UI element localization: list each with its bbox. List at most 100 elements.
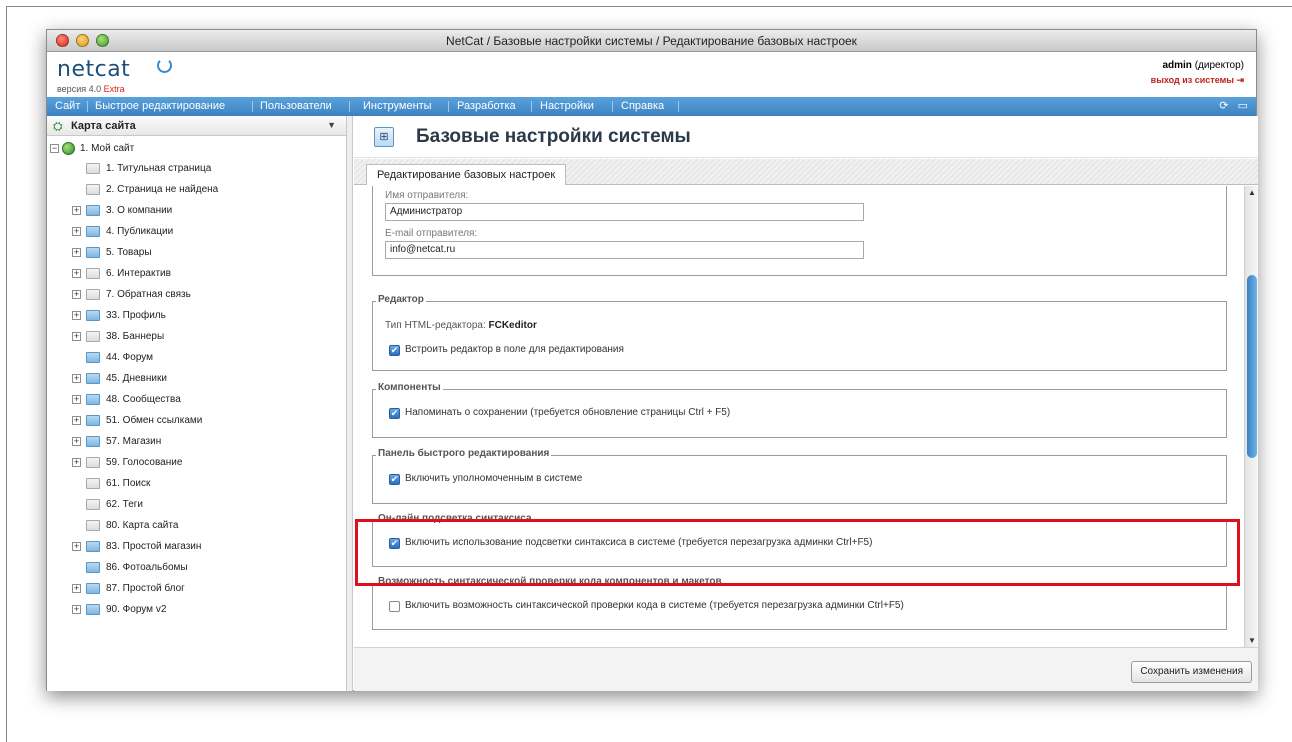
menu-users[interactable]: Пользователи [254,97,338,116]
tree-item-label: 5. Товары [106,247,152,258]
expand-toggle[interactable]: + [72,542,81,551]
folder-icon [86,289,100,300]
tree-item-label: 48. Сообщества [106,394,181,405]
menu-quick-edit[interactable]: Быстрое редактирование [89,97,231,116]
menu-help[interactable]: Справка [615,97,670,116]
quickedit-enable-checkbox[interactable]: ✔ [389,474,400,485]
expand-toggle[interactable]: + [72,437,81,446]
tree-item-label: 86. Фотоальбомы [106,562,188,573]
expand-toggle[interactable]: + [72,374,81,383]
chat-icon[interactable]: ▭ [1238,100,1248,112]
tree-item-label: 57. Магазин [106,436,162,447]
folder-icon [86,205,100,216]
scroll-down-icon[interactable]: ▼ [1248,636,1256,645]
settings-sliders-icon: ⊞ [374,127,394,147]
main-panel: ⊞ Базовые настройки системы Редактирован… [354,116,1258,691]
form-footer: Сохранить изменения [354,647,1258,691]
chevron-down-icon[interactable]: ▼ [327,120,336,130]
folder-icon [86,268,100,279]
syntaxcheck-enable-label: Включить возможность синтаксической пров… [405,600,904,611]
syntaxcheck-legend: Возможность синтаксической проверки кода… [376,576,724,587]
expand-toggle[interactable]: + [72,248,81,257]
syntax-enable-checkbox[interactable]: ✔ [389,538,400,549]
expand-toggle[interactable]: + [72,332,81,341]
expand-toggle[interactable]: + [72,395,81,404]
globe-icon [62,142,75,155]
scroll-up-icon[interactable]: ▲ [1248,188,1256,197]
logout-icon: ⇥ [1236,75,1244,85]
tree-item-label: 3. О компании [106,205,173,216]
expand-toggle[interactable]: + [72,206,81,215]
scrollbar-thumb[interactable] [1247,275,1257,458]
panel-splitter[interactable] [347,116,353,691]
collapse-toggle[interactable]: − [50,144,59,153]
sitemap-header[interactable]: ⛭ Карта сайта ▼ [47,116,346,136]
page-header: ⊞ Базовые настройки системы [354,116,1258,158]
menu-separator [612,101,613,112]
close-window-button[interactable] [56,34,69,47]
sender-email-label: E-mail отправителя: [385,228,478,239]
folder-icon [86,184,100,195]
tree-item-label: 6. Интерактив [106,268,171,279]
menu-separator [678,101,679,112]
expand-toggle[interactable]: + [72,269,81,278]
sender-email-input[interactable]: info@netcat.ru [385,241,864,259]
expand-toggle[interactable]: + [72,290,81,299]
main-menu: Сайт Быстрое редактирование Пользователи… [47,97,1256,116]
mail-fieldset: Имя отправителя: Администратор E-mail от… [372,186,1227,276]
maximize-window-button[interactable] [96,34,109,47]
tab-edit-base-settings[interactable]: Редактирование базовых настроек [366,164,567,185]
editor-embed-checkbox[interactable]: ✔ [389,345,400,356]
title-bar: NetCat / Базовые настройки системы / Ред… [47,30,1256,52]
version-edition: Extra [103,84,125,94]
logout-link[interactable]: выход из системы ⇥ [1151,75,1244,86]
version-prefix: версия 4.0 [57,84,102,94]
tree-item-label: 87. Простой блог [106,583,185,594]
folder-icon [86,163,100,174]
syntax-enable-label: Включить использование подсветки синтакс… [405,537,873,548]
folder-icon [86,331,100,342]
tree-item-label: 2. Страница не найдена [106,184,219,195]
components-remind-checkbox[interactable]: ✔ [389,408,400,419]
editor-type: Тип HTML-редактора: FCKeditor [385,320,537,331]
editor-legend: Редактор [376,294,426,305]
components-fieldset: Компоненты ✔ Напоминать о сохранении (тр… [372,382,1227,438]
quickedit-fieldset: Панель быстрого редактирования ✔ Включит… [372,448,1227,504]
tree-root-label: 1. Мой сайт [80,143,135,154]
editor-fieldset: Редактор Тип HTML-редактора: FCKeditor ✔… [372,294,1227,371]
expand-toggle[interactable]: + [72,584,81,593]
folder-icon [86,436,100,447]
expand-toggle[interactable]: + [72,311,81,320]
folder-icon [86,373,100,384]
expand-toggle[interactable]: + [72,458,81,467]
expand-toggle[interactable]: + [72,416,81,425]
tabs-bar: Редактирование базовых настроек [354,159,1258,185]
folder-icon [86,520,100,531]
editor-embed-label: Встроить редактор в поле для редактирова… [405,344,624,355]
menu-tools[interactable]: Инструменты [357,97,438,116]
tree-item-label: 61. Поиск [106,478,151,489]
user-name[interactable]: admin [1162,60,1191,71]
menu-settings[interactable]: Настройки [534,97,600,116]
menu-development[interactable]: Разработка [451,97,522,116]
expand-toggle[interactable]: + [72,227,81,236]
netcat-logo[interactable]: netcat [57,57,130,82]
menu-site[interactable]: Сайт [49,97,86,116]
tree-item-label: 80. Карта сайта [106,520,179,531]
syntaxcheck-enable-checkbox[interactable] [389,601,400,612]
power-icon [157,58,172,73]
refresh-icon[interactable]: ⟳ [1219,100,1228,112]
sender-name-input[interactable]: Администратор [385,203,864,221]
tree-item-label: 7. Обратная связь [106,289,191,300]
tree-item-label: 4. Публикации [106,226,174,237]
save-changes-button[interactable]: Сохранить изменения [1131,661,1252,683]
minimize-window-button[interactable] [76,34,89,47]
folder-icon [86,478,100,489]
folder-icon [86,310,100,321]
tree-item-label: 33. Профиль [106,310,166,321]
sitemap-panel: ⛭ Карта сайта ▼ − 1. Мой сайт 1. Титульн… [47,116,347,691]
content-scrollbar[interactable]: ▲ ▼ [1244,186,1258,647]
app-window: NetCat / Базовые настройки системы / Ред… [46,29,1258,691]
expand-toggle[interactable]: + [72,605,81,614]
menu-separator [349,101,350,112]
